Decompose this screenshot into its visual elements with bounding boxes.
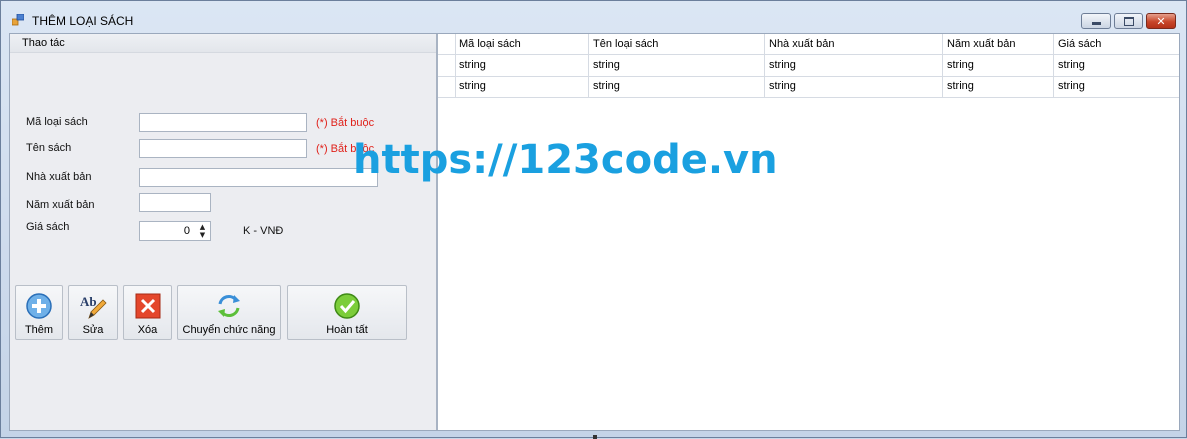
grid-header-row: Mã loại sách Tên loại sách Nhà xuất bản … (438, 34, 1179, 55)
minimize-icon (1091, 22, 1101, 25)
close-icon: ✕ (1156, 14, 1166, 28)
app-form-icon (12, 14, 24, 26)
chuyen-chuc-nang-label: Chuyển chức năng (182, 324, 276, 336)
ma-loai-sach-label: Mã loại sách (26, 116, 88, 128)
table-cell[interactable]: string (1054, 55, 1179, 76)
nam-xuat-ban-label: Năm xuất bản (26, 199, 95, 211)
nam-xuat-ban-input[interactable] (139, 193, 211, 212)
nha-xuat-ban-input[interactable] (139, 168, 378, 187)
table-cell[interactable]: string (943, 55, 1054, 76)
book-category-grid[interactable]: Mã loại sách Tên loại sách Nhà xuất bản … (438, 34, 1179, 430)
app-window: THÊM LOẠI SÁCH ✕ Thao tác Mã loại sách (… (0, 0, 1187, 439)
table-cell[interactable]: string (455, 55, 589, 76)
maximize-icon (1123, 16, 1134, 26)
them-label: Thêm (24, 324, 54, 336)
ten-sach-label: Tên sách (26, 142, 72, 154)
table-row[interactable]: string string string string string (438, 55, 1179, 77)
them-button[interactable]: Thêm (15, 285, 63, 340)
ma-loai-sach-required-note: (*) Bắt buộc (316, 117, 375, 129)
column-header-gia-sach[interactable]: Giá sách (1054, 34, 1179, 54)
table-row[interactable]: string string string string string (438, 76, 1179, 98)
table-cell[interactable]: string (589, 55, 765, 76)
column-header-ten-loai-sach[interactable]: Tên loại sách (589, 34, 765, 54)
gia-sach-stepper[interactable]: 0 ▲ ▼ (139, 221, 211, 241)
nha-xuat-ban-label: Nhà xuất bản (26, 171, 92, 183)
table-cell[interactable]: string (455, 76, 589, 97)
sua-label: Sửa (82, 324, 104, 336)
gia-sach-value: 0 (183, 225, 190, 237)
minimize-button[interactable] (1081, 13, 1111, 29)
sua-button[interactable]: Ab Sửa (68, 285, 118, 340)
add-icon (26, 293, 52, 319)
gia-sach-unit: K - VNĐ (243, 225, 284, 237)
column-header-nha-xuat-ban[interactable]: Nhà xuất bản (765, 34, 943, 54)
client-area: Thao tác Mã loại sách (*) Bắt buộc Tên s… (9, 33, 1180, 431)
gia-sach-label: Giá sách (26, 221, 70, 233)
maximize-button[interactable] (1114, 13, 1143, 29)
stepper-down-icon[interactable]: ▼ (197, 231, 208, 239)
resize-grip[interactable] (593, 435, 597, 439)
edit-icon: Ab (80, 294, 107, 319)
close-button[interactable]: ✕ (1146, 13, 1176, 29)
column-header-nam-xuat-ban[interactable]: Năm xuất bản (943, 34, 1054, 54)
checkmark-icon (334, 293, 360, 319)
delete-icon (135, 293, 160, 319)
table-cell[interactable]: string (1054, 76, 1179, 97)
chuyen-chuc-nang-button[interactable]: Chuyển chức năng (177, 285, 281, 340)
table-cell[interactable]: string (589, 76, 765, 97)
table-cell[interactable]: string (765, 55, 943, 76)
ten-sach-input[interactable] (139, 139, 307, 158)
xoa-button[interactable]: Xóa (123, 285, 172, 340)
hoan-tat-button[interactable]: Hoàn tất (287, 285, 407, 340)
title-bar[interactable]: THÊM LOẠI SÁCH ✕ (1, 1, 1186, 33)
ma-loai-sach-input[interactable] (139, 113, 307, 132)
switch-icon (218, 295, 240, 317)
table-cell[interactable]: string (943, 76, 1054, 97)
group-header: Thao tác (10, 34, 436, 53)
input-panel: Thao tác Mã loại sách (*) Bắt buộc Tên s… (10, 34, 436, 430)
table-cell[interactable]: string (765, 76, 943, 97)
window-title: THÊM LOẠI SÁCH (32, 14, 134, 28)
stepper-up-icon[interactable]: ▲ (197, 223, 208, 231)
column-header-ma-loai-sach[interactable]: Mã loại sách (455, 34, 589, 54)
watermark-text: https://123code.vn (353, 137, 778, 183)
edit-icon-text: Ab (80, 294, 97, 309)
hoan-tat-label: Hoàn tất (326, 324, 368, 336)
xoa-label: Xóa (137, 324, 158, 336)
group-title: Thao tác (22, 37, 65, 49)
